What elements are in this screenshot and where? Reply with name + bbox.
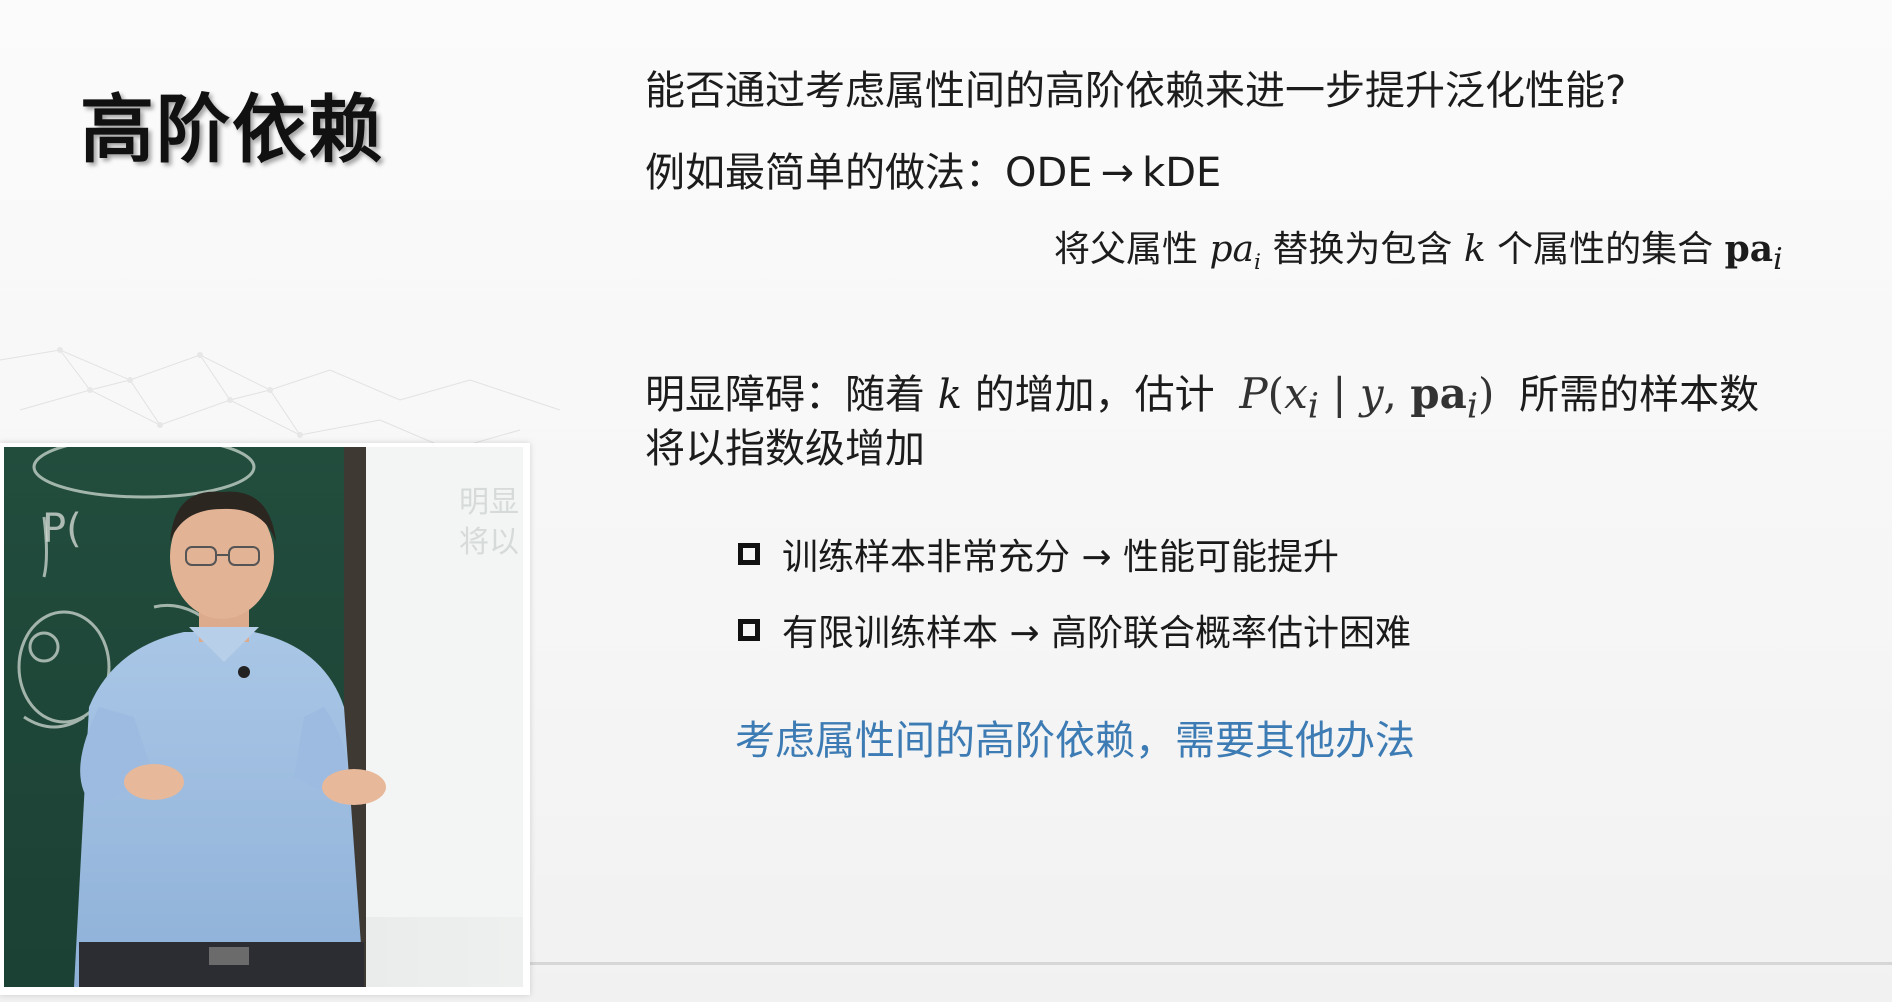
checkbox-icon bbox=[738, 543, 760, 565]
checkbox-icon bbox=[738, 619, 760, 641]
formula-open: ( bbox=[1267, 369, 1285, 418]
bullet-text: 训练样本非常充分 → 性能可能提升 bbox=[782, 537, 1340, 578]
formula-comma: , bbox=[1383, 369, 1411, 418]
conclusion-text: 考虑属性间的高阶依赖，需要其他办法 bbox=[735, 718, 1415, 764]
question-line: 能否通过考虑属性间的高阶依赖来进一步提升泛化性能? bbox=[645, 68, 1627, 114]
divider bbox=[530, 962, 1892, 965]
obstacle-line-2: 将以指数级增加 bbox=[645, 426, 925, 472]
obstacle-part2: 的增加，估计 bbox=[974, 372, 1215, 418]
video-frame: 明显 将以 P( bbox=[4, 447, 523, 987]
substitution-line: 将父属性 pai 替换为包含 k 个属性的集合 pai bbox=[1054, 220, 1783, 277]
screen-text-1: 明显 bbox=[459, 485, 519, 520]
math-bold-sub-i: i bbox=[1773, 242, 1783, 278]
formula-close: ) bbox=[1478, 369, 1495, 418]
example-from: ODE bbox=[1005, 150, 1093, 196]
bullet-item: 训练样本非常充分 → 性能可能提升 bbox=[738, 528, 1339, 580]
slide: 高阶依赖 能否通过考虑属性间的高阶依赖来进一步提升泛化性能? 例如最简单的做法：… bbox=[0, 0, 1892, 1002]
substitution-part1: 将父属性 bbox=[1054, 229, 1199, 270]
formula-pa-sub: i bbox=[1466, 386, 1479, 427]
formula-y: y bbox=[1359, 369, 1384, 418]
formula-x: x bbox=[1284, 369, 1308, 418]
obstacle-part3: 所需的样本数 bbox=[1519, 372, 1760, 418]
obstacle-k: k bbox=[937, 372, 962, 418]
example-line: 例如最简单的做法：ODE → kDE bbox=[645, 140, 1221, 198]
example-prefix: 例如最简单的做法： bbox=[645, 150, 1005, 196]
math-sub-i: i bbox=[1253, 250, 1261, 276]
formula-x-sub: i bbox=[1307, 386, 1319, 427]
chalk-text: P( bbox=[42, 506, 82, 552]
bullet-text: 有限训练样本 → 高阶联合概率估计困难 bbox=[782, 613, 1412, 654]
arrow-icon: → bbox=[1100, 150, 1135, 196]
math-bold-pa: pa bbox=[1724, 228, 1774, 270]
obstacle-part1: 明显障碍：随着 bbox=[645, 372, 925, 418]
substitution-part2: 替换为包含 bbox=[1272, 229, 1453, 270]
formula-bar: | bbox=[1318, 369, 1360, 418]
lecturer-video[interactable]: 明显 将以 P( bbox=[0, 443, 530, 995]
formula-pa: pa bbox=[1410, 369, 1467, 418]
formula-P: P bbox=[1239, 369, 1268, 418]
lecturer-shirt bbox=[74, 632, 364, 987]
example-to: kDE bbox=[1142, 150, 1222, 196]
screen-text-2: 将以 bbox=[459, 525, 519, 560]
bullet-item: 有限训练样本 → 高阶联合概率估计困难 bbox=[738, 604, 1411, 656]
math-bold-pa-i: pai bbox=[1724, 228, 1783, 277]
slide-title: 高阶依赖 bbox=[80, 87, 384, 173]
math-pa: pa bbox=[1209, 229, 1254, 270]
math-pa-i: pai bbox=[1209, 229, 1260, 275]
lecturer-image: 明显 将以 P( bbox=[4, 447, 523, 987]
substitution-part3: 个属性的集合 bbox=[1497, 229, 1714, 270]
probability-formula: P(xi | y, pai) bbox=[1239, 369, 1495, 426]
math-k: k bbox=[1463, 229, 1486, 270]
